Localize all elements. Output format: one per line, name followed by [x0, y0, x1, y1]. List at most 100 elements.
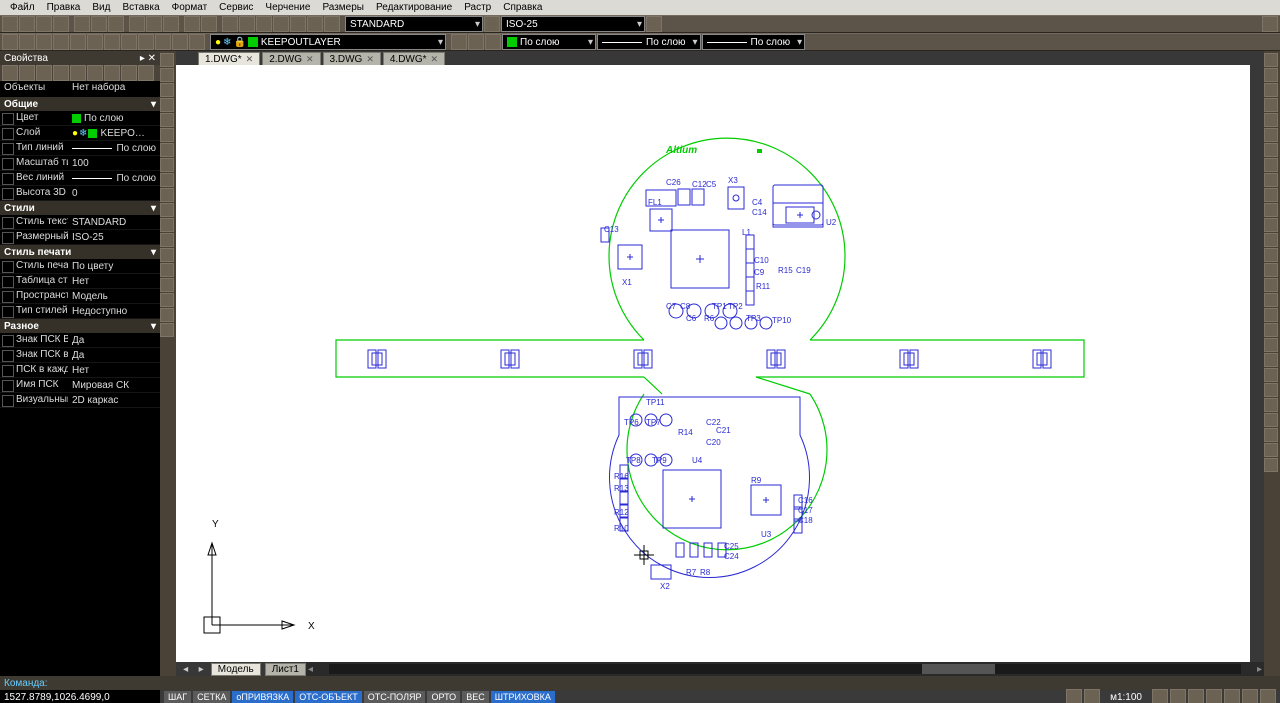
rvt22-icon[interactable] [1264, 368, 1278, 382]
prop-row[interactable]: Тип стилей печ…Недоступно [0, 304, 160, 319]
status-ВЕС[interactable]: ВЕС [462, 691, 489, 703]
lvt2-icon[interactable] [160, 68, 174, 82]
color-combo[interactable]: По слою [502, 34, 596, 50]
prop-row[interactable]: Стиль печатиПо цвету [0, 259, 160, 274]
szoom2-icon[interactable] [1170, 689, 1186, 703]
ptool9-icon[interactable] [138, 65, 154, 81]
prop-row[interactable]: ЦветПо слою [0, 111, 160, 126]
prop-row[interactable]: Размерный ст…ISO-25 [0, 230, 160, 245]
section-misc[interactable]: Разное▾ [0, 319, 160, 333]
text-style-combo[interactable]: STANDARD [345, 16, 483, 32]
section-general[interactable]: Общие▾ [0, 97, 160, 111]
command-line[interactable]: Команда: [0, 676, 1280, 690]
layerprop-icon[interactable] [451, 34, 467, 50]
tool1-icon[interactable] [222, 16, 238, 32]
prop-row[interactable]: Вес линийПо слою [0, 171, 160, 186]
layer-combo[interactable]: ● ❄ 🔒 KEEPOUTLAYER [210, 34, 446, 50]
tab-prev-icon[interactable]: ◂ [180, 664, 191, 675]
layermatch-icon[interactable] [485, 34, 501, 50]
preview-icon[interactable] [108, 16, 124, 32]
save-icon[interactable] [36, 16, 52, 32]
prop-row[interactable]: Знак ПСК ВклДа [0, 333, 160, 348]
print-icon[interactable] [74, 16, 90, 32]
prop-row[interactable]: ПСК в каждом …Нет [0, 363, 160, 378]
rvt8-icon[interactable] [1264, 158, 1278, 172]
panel-close-icon[interactable]: ▸ ✕ [140, 53, 156, 64]
section-plotstyle[interactable]: Стиль печати▾ [0, 245, 160, 259]
open-icon[interactable] [19, 16, 35, 32]
linetype-combo[interactable]: По слою [597, 34, 701, 50]
ptool7-icon[interactable] [104, 65, 120, 81]
cut-icon[interactable] [129, 16, 145, 32]
ptool2-icon[interactable] [19, 65, 35, 81]
poly-icon[interactable] [36, 34, 52, 50]
prop-row[interactable]: Визуальный ст…2D каркас [0, 393, 160, 408]
lvt3-icon[interactable] [160, 83, 174, 97]
layeriso-icon[interactable] [468, 34, 484, 50]
status-СЕТКА[interactable]: СЕТКА [193, 691, 230, 703]
dim-style-combo[interactable]: ISO-25 [501, 16, 645, 32]
ellipse-icon[interactable] [104, 34, 120, 50]
rvt25-icon[interactable] [1264, 413, 1278, 427]
tab-close-icon[interactable]: ✕ [431, 54, 439, 65]
stool2-icon[interactable] [1084, 689, 1100, 703]
tab-close-icon[interactable]: ✕ [366, 54, 374, 65]
status-ШАГ[interactable]: ШАГ [164, 691, 191, 703]
rvt15-icon[interactable] [1264, 263, 1278, 277]
spline-icon[interactable] [87, 34, 103, 50]
line-icon[interactable] [2, 34, 18, 50]
rvt6-icon[interactable] [1264, 128, 1278, 142]
rvt12-icon[interactable] [1264, 218, 1278, 232]
status-ОТС-ОБЪЕКТ[interactable]: ОТС-ОБЪЕКТ [295, 691, 361, 703]
menu-справка[interactable]: Справка [497, 1, 548, 14]
block-icon[interactable] [172, 34, 188, 50]
scroll-right-icon[interactable]: ▸ [1255, 664, 1264, 675]
tool4-icon[interactable] [273, 16, 289, 32]
redo-icon[interactable] [201, 16, 217, 32]
rvt4-icon[interactable] [1264, 98, 1278, 112]
menu-растр[interactable]: Растр [458, 1, 497, 14]
rvt13-icon[interactable] [1264, 233, 1278, 247]
tab-next-icon[interactable]: ▸ [195, 664, 206, 675]
stool1-icon[interactable] [1066, 689, 1082, 703]
tool7-icon[interactable] [324, 16, 340, 32]
rvt14-icon[interactable] [1264, 248, 1278, 262]
ptool4-icon[interactable] [53, 65, 69, 81]
hatch-icon[interactable] [121, 34, 137, 50]
menu-размеры[interactable]: Размеры [316, 1, 370, 14]
tool6-icon[interactable] [307, 16, 323, 32]
rect-icon[interactable] [19, 34, 35, 50]
rvt18-icon[interactable] [1264, 308, 1278, 322]
paste-icon[interactable] [163, 16, 179, 32]
lvt4-icon[interactable] [160, 98, 174, 112]
ptool1-icon[interactable] [2, 65, 18, 81]
textstyle-icon[interactable] [484, 16, 500, 32]
rvt20-icon[interactable] [1264, 338, 1278, 352]
rvt5-icon[interactable] [1264, 113, 1278, 127]
szoom1-icon[interactable] [1152, 689, 1168, 703]
status-ОТС-ПОЛЯР[interactable]: ОТС-ПОЛЯР [364, 691, 426, 703]
szoom7-icon[interactable] [1260, 689, 1276, 703]
menu-сервис[interactable]: Сервис [213, 1, 259, 14]
prop-row[interactable]: Пространство …Модель [0, 289, 160, 304]
prop-row[interactable]: Слой●❄KEEPO… [0, 126, 160, 141]
rvt21-icon[interactable] [1264, 353, 1278, 367]
ptool5-icon[interactable] [70, 65, 86, 81]
rvt2-icon[interactable] [1264, 68, 1278, 82]
rvt7-icon[interactable] [1264, 143, 1278, 157]
tool5-icon[interactable] [290, 16, 306, 32]
layout-tab-Лист1[interactable]: Лист1 [265, 663, 306, 676]
szoom4-icon[interactable] [1206, 689, 1222, 703]
rvt3-icon[interactable] [1264, 83, 1278, 97]
lvt6-icon[interactable] [160, 128, 174, 142]
new-icon[interactable] [2, 16, 18, 32]
lvt15-icon[interactable] [160, 263, 174, 277]
prop-row[interactable]: Таблица стиле…Нет [0, 274, 160, 289]
prop-row[interactable]: Знак ПСК в на…Да [0, 348, 160, 363]
circle-icon[interactable] [53, 34, 69, 50]
lvt9-icon[interactable] [160, 173, 174, 187]
lvt14-icon[interactable] [160, 248, 174, 262]
prop-row[interactable]: Масштаб типа …100 [0, 156, 160, 171]
rvt27-icon[interactable] [1264, 443, 1278, 457]
ptool3-icon[interactable] [36, 65, 52, 81]
